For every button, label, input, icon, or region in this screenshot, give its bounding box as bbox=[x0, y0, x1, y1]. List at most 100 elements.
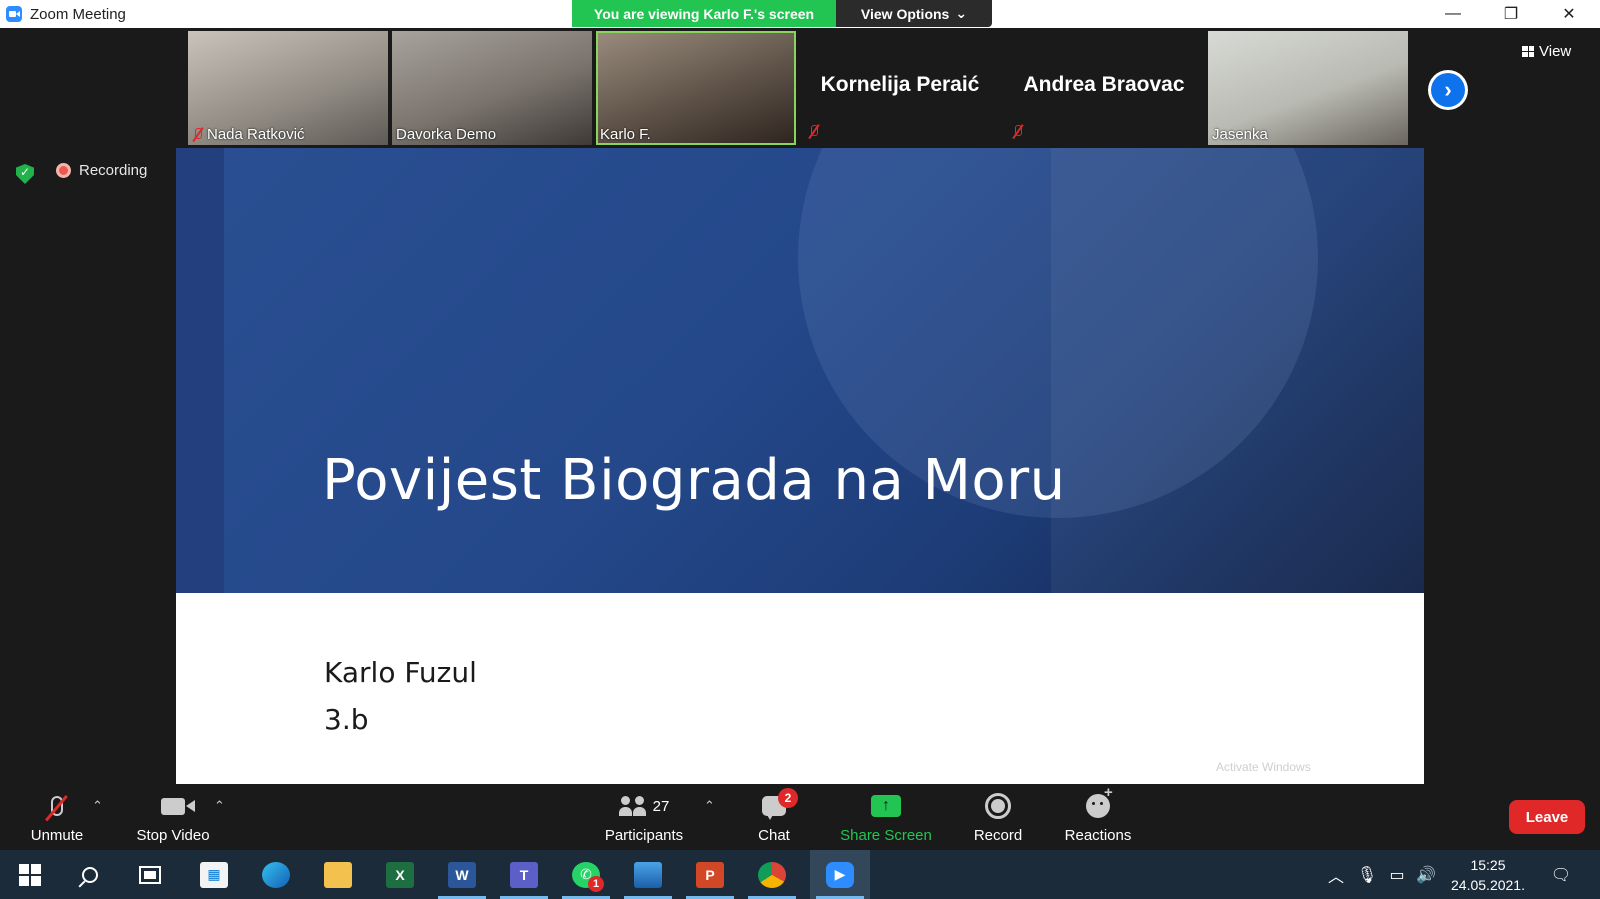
zoom-icon: ▶ bbox=[826, 861, 854, 888]
volume-icon: 🔊 bbox=[1416, 866, 1436, 884]
window-title: Zoom Meeting bbox=[30, 5, 126, 23]
taskbar-photos[interactable] bbox=[618, 850, 678, 899]
taskbar-excel[interactable]: X bbox=[370, 850, 430, 899]
viewing-screen-banner: You are viewing Karlo F.'s screen bbox=[572, 0, 836, 27]
shared-screen: Povijest Biograda na Moru Karlo Fuzul 3.… bbox=[176, 148, 1424, 784]
participants-label: Participants bbox=[604, 827, 684, 844]
folder-icon bbox=[324, 861, 352, 888]
start-button[interactable] bbox=[0, 850, 60, 899]
record-label: Record bbox=[973, 827, 1023, 844]
stop-video-label: Stop Video bbox=[136, 827, 210, 844]
taskbar-file-explorer[interactable] bbox=[308, 850, 368, 899]
search-icon bbox=[82, 866, 98, 883]
taskbar-teams[interactable]: T bbox=[494, 850, 554, 899]
taskbar-powerpoint[interactable]: P bbox=[680, 850, 740, 899]
participants-count: 27 bbox=[652, 797, 670, 815]
chevron-right-icon: › bbox=[1431, 73, 1465, 107]
clock-time: 15:25 bbox=[1470, 857, 1506, 873]
participants-options-caret[interactable]: ⌃ bbox=[704, 798, 715, 814]
reactions-label: Reactions bbox=[1064, 827, 1132, 844]
recording-indicator[interactable]: Recording bbox=[56, 162, 147, 179]
record-icon bbox=[985, 793, 1011, 819]
participant-name: Davorka Demo bbox=[396, 126, 497, 143]
tray-battery[interactable]: ▭ bbox=[1384, 850, 1410, 899]
search-button[interactable] bbox=[60, 850, 120, 899]
taskbar-chrome[interactable] bbox=[742, 850, 802, 899]
participants-icon bbox=[618, 796, 646, 816]
photos-icon bbox=[634, 861, 662, 888]
participant-name: Nada Ratković bbox=[207, 126, 305, 143]
minimize-button[interactable]: — bbox=[1424, 0, 1482, 28]
video-options-caret[interactable]: ⌃ bbox=[214, 798, 225, 814]
participant-tile[interactable]: Nada Ratković bbox=[188, 31, 388, 145]
unmute-label: Unmute bbox=[30, 827, 84, 844]
title-bar: Zoom Meeting You are viewing Karlo F.'s … bbox=[0, 0, 1600, 28]
muted-microphone-icon bbox=[51, 796, 63, 816]
teams-icon: T bbox=[510, 861, 538, 888]
store-icon: ▦ bbox=[200, 861, 228, 888]
close-button[interactable]: ✕ bbox=[1540, 0, 1598, 28]
participants-button[interactable]: 27 Participants bbox=[596, 788, 692, 850]
next-page-button[interactable]: › bbox=[1428, 70, 1468, 110]
leave-button[interactable]: Leave bbox=[1509, 800, 1585, 834]
taskbar-store[interactable]: ▦ bbox=[184, 850, 244, 899]
clock-date: 24.05.2021. bbox=[1451, 877, 1525, 893]
video-camera-icon bbox=[161, 797, 185, 815]
taskbar-edge[interactable] bbox=[246, 850, 306, 899]
view-button[interactable]: View bbox=[1522, 38, 1586, 64]
participant-tile[interactable]: Davorka Demo bbox=[392, 31, 592, 145]
powerpoint-icon: P bbox=[696, 861, 724, 888]
participant-tile[interactable]: Jasenka bbox=[1208, 31, 1408, 145]
restore-icon: ❐ bbox=[1503, 6, 1519, 23]
stop-video-button[interactable]: Stop Video bbox=[130, 788, 216, 850]
view-options-label: View Options bbox=[860, 5, 950, 22]
view-options-button[interactable]: View Options ⌄ bbox=[836, 0, 992, 27]
reactions-button[interactable]: Reactions bbox=[1058, 784, 1138, 850]
word-icon: W bbox=[448, 861, 476, 888]
unmute-button[interactable]: Unmute bbox=[22, 788, 92, 850]
close-icon: ✕ bbox=[1562, 6, 1576, 23]
slide-author: Karlo Fuzul bbox=[324, 656, 477, 689]
edge-icon bbox=[262, 861, 290, 888]
audio-options-caret[interactable]: ⌃ bbox=[92, 798, 103, 814]
participant-tile-active-speaker[interactable]: Karlo F. bbox=[596, 31, 796, 145]
tray-microphone[interactable]: 🎙 bbox=[1356, 850, 1378, 899]
restore-button[interactable]: ❐ bbox=[1482, 0, 1540, 28]
windows-taskbar: ▦ X W T ✆ 1 P ▶ ︿ 🎙 ▭ 🔊 15:25 24.05.2021.… bbox=[0, 850, 1600, 899]
share-screen-button[interactable]: ↑ Share Screen bbox=[836, 788, 936, 850]
meeting-toolbar: Unmute ⌃ Stop Video ⌃ 27 Participants ⌃ … bbox=[0, 784, 1600, 850]
taskbar-whatsapp[interactable]: ✆ 1 bbox=[556, 850, 616, 899]
chevron-up-icon: ︿ bbox=[1327, 868, 1344, 886]
action-center-button[interactable]: 🗨 bbox=[1544, 850, 1578, 899]
participant-name: Andrea Braovac bbox=[1023, 73, 1185, 96]
minimize-icon: — bbox=[1445, 5, 1461, 22]
taskbar-word[interactable]: W bbox=[432, 850, 492, 899]
slide-title: Povijest Biograda na Moru bbox=[322, 448, 1066, 513]
excel-icon: X bbox=[386, 861, 414, 888]
participant-tile[interactable]: Andrea Braovac bbox=[1004, 31, 1204, 145]
muted-mic-icon bbox=[192, 127, 203, 142]
chat-unread-badge: 2 bbox=[778, 788, 798, 808]
tray-volume[interactable]: 🔊 bbox=[1414, 850, 1438, 899]
meeting-area: Nada Ratković Davorka Demo Karlo F. Korn… bbox=[0, 28, 1600, 788]
recording-label: Recording bbox=[79, 162, 148, 179]
chat-bubble-icon: 2 bbox=[762, 788, 798, 820]
chat-button[interactable]: 2 Chat bbox=[744, 788, 804, 850]
security-shield-icon[interactable] bbox=[16, 164, 34, 184]
show-hidden-icons-button[interactable]: ︿ bbox=[1324, 850, 1348, 899]
chevron-down-icon: ⌄ bbox=[955, 5, 968, 21]
windows-logo-icon bbox=[19, 863, 41, 886]
participant-tile[interactable]: Kornelija Peraić bbox=[800, 31, 1000, 145]
notifications-icon: 🗨 bbox=[1550, 866, 1572, 884]
task-view-icon bbox=[139, 865, 161, 884]
participant-name: Jasenka bbox=[1212, 126, 1268, 143]
record-button[interactable]: Record bbox=[966, 788, 1030, 850]
chat-label: Chat bbox=[758, 827, 790, 844]
battery-icon: ▭ bbox=[1389, 866, 1405, 884]
whatsapp-badge: 1 bbox=[588, 875, 604, 892]
smiley-icon bbox=[1086, 784, 1113, 818]
taskbar-zoom[interactable]: ▶ bbox=[810, 850, 870, 899]
task-view-button[interactable] bbox=[120, 850, 180, 899]
muted-mic-icon bbox=[808, 124, 819, 139]
taskbar-clock[interactable]: 15:25 24.05.2021. bbox=[1442, 855, 1534, 895]
